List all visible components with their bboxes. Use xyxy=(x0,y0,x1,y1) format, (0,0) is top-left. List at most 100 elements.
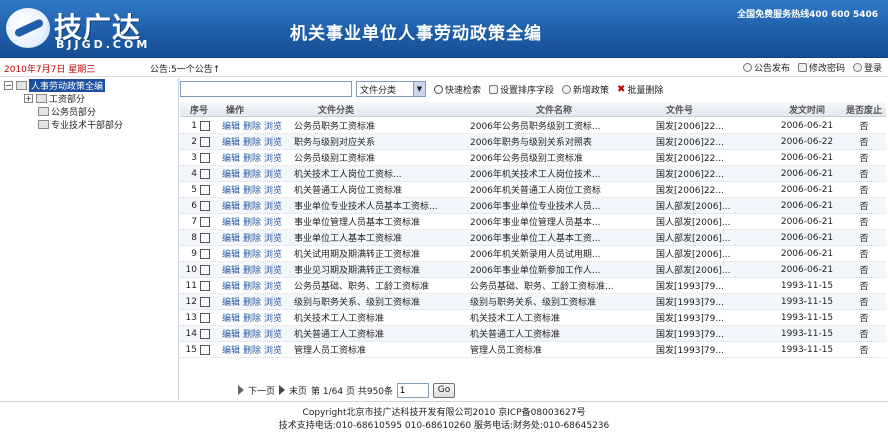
edit-link[interactable]: 编辑 xyxy=(222,167,240,180)
tree-item-label[interactable]: 公务员部分 xyxy=(51,105,96,118)
tree-item-civil-servant[interactable]: 公务员部分 xyxy=(4,105,176,118)
row-select[interactable] xyxy=(200,264,222,275)
row-name[interactable]: 2006年职务与级别关系对照表 xyxy=(470,135,656,148)
row-checkbox[interactable] xyxy=(200,264,210,275)
search-input[interactable] xyxy=(180,81,352,97)
browse-link[interactable]: 浏览 xyxy=(264,279,282,292)
tree-item-professional[interactable]: 专业技术干部部分 xyxy=(4,118,176,131)
edit-link[interactable]: 编辑 xyxy=(222,311,240,324)
row-select[interactable] xyxy=(200,328,222,339)
edit-link[interactable]: 编辑 xyxy=(222,231,240,244)
edit-link[interactable]: 编辑 xyxy=(222,247,240,260)
table-row[interactable]: 9 编辑 删除 浏览 机关试用期及期满转正工资标准 2006年机关新录用人员试用期... 国… xyxy=(180,246,886,262)
row-checkbox[interactable] xyxy=(200,344,210,355)
panel-divider[interactable] xyxy=(178,78,179,400)
browse-link[interactable]: 浏览 xyxy=(264,343,282,356)
browse-link[interactable]: 浏览 xyxy=(264,295,282,308)
header-no[interactable]: 序号 xyxy=(180,103,222,116)
delete-link[interactable]: 删除 xyxy=(243,327,261,340)
row-checkbox[interactable] xyxy=(200,232,210,243)
publish-notice-button[interactable]: 公告发布 xyxy=(742,61,790,74)
header-category[interactable]: 文件分类 xyxy=(294,103,470,116)
row-checkbox[interactable] xyxy=(200,312,210,323)
delete-link[interactable]: 删除 xyxy=(243,311,261,324)
delete-link[interactable]: 删除 xyxy=(243,295,261,308)
tree-item-salary[interactable]: + 工资部分 xyxy=(4,92,176,105)
row-name[interactable]: 2006年事业单位工人基本工资... xyxy=(470,231,656,244)
delete-link[interactable]: 删除 xyxy=(243,199,261,212)
edit-link[interactable]: 编辑 xyxy=(222,151,240,164)
delete-link[interactable]: 删除 xyxy=(243,167,261,180)
table-row[interactable]: 3 编辑 删除 浏览 公务员级别工资标准 2006年公务员级别工资标准 国发[2006]22… xyxy=(180,150,886,166)
row-checkbox[interactable] xyxy=(200,280,210,291)
table-row[interactable]: 7 编辑 删除 浏览 事业单位管理人员基本工资标准 2006年事业单位管理人员基本... 国… xyxy=(180,214,886,230)
table-row[interactable]: 6 编辑 删除 浏览 事业单位专业技术人员基本工资标... 2006年事业单位专业技术人员… xyxy=(180,198,886,214)
delete-link[interactable]: 删除 xyxy=(243,247,261,260)
row-name[interactable]: 2006年公务员职务级别工资标... xyxy=(470,119,656,132)
row-checkbox[interactable] xyxy=(200,184,210,195)
table-row[interactable]: 8 编辑 删除 浏览 事业单位工人基本工资标准 2006年事业单位工人基本工资... 国人部… xyxy=(180,230,886,246)
row-name[interactable]: 2006年事业单位新参加工作人... xyxy=(470,263,656,276)
edit-link[interactable]: 编辑 xyxy=(222,119,240,132)
browse-link[interactable]: 浏览 xyxy=(264,247,282,260)
row-name[interactable]: 2006年机关普通工人岗位工资标 xyxy=(470,183,656,196)
row-name[interactable]: 2006年机关技术工人岗位技术... xyxy=(470,167,656,180)
row-checkbox[interactable] xyxy=(200,152,210,163)
sort-fields-button[interactable]: 设置排序字段 xyxy=(489,83,554,96)
collapse-icon[interactable]: − xyxy=(4,81,13,90)
add-policy-button[interactable]: 新增政策 xyxy=(562,83,609,96)
delete-link[interactable]: 删除 xyxy=(243,135,261,148)
row-select[interactable] xyxy=(200,248,222,259)
browse-link[interactable]: 浏览 xyxy=(264,327,282,340)
row-checkbox[interactable] xyxy=(200,216,210,227)
chevron-down-icon[interactable]: ▼ xyxy=(413,82,425,96)
delete-link[interactable]: 删除 xyxy=(243,343,261,356)
row-select[interactable] xyxy=(200,120,222,131)
change-password-button[interactable]: 修改密码 xyxy=(797,61,845,74)
next-page-icon[interactable] xyxy=(238,385,244,395)
delete-link[interactable]: 删除 xyxy=(243,119,261,132)
row-checkbox[interactable] xyxy=(200,296,210,307)
header-name[interactable]: 文件名称 xyxy=(470,103,656,116)
browse-link[interactable]: 浏览 xyxy=(264,167,282,180)
table-row[interactable]: 12 编辑 删除 浏览 级别与职务关系、级别工资标准 级别与职务关系、级别工资标准 国发[1… xyxy=(180,294,886,310)
row-name[interactable]: 2006年事业单位管理人员基本... xyxy=(470,215,656,228)
row-checkbox[interactable] xyxy=(200,200,210,211)
browse-link[interactable]: 浏览 xyxy=(264,231,282,244)
row-name[interactable]: 管理人员工资标准 xyxy=(470,343,656,356)
row-select[interactable] xyxy=(200,312,222,323)
delete-link[interactable]: 删除 xyxy=(243,215,261,228)
expand-icon[interactable]: + xyxy=(24,94,33,103)
go-button[interactable]: Go xyxy=(433,382,456,398)
browse-link[interactable]: 浏览 xyxy=(264,151,282,164)
table-row[interactable]: 15 编辑 删除 浏览 管理人员工资标准 管理人员工资标准 国发[1993]79... 199… xyxy=(180,342,886,358)
table-row[interactable]: 5 编辑 删除 浏览 机关普通工人岗位工资标准 2006年机关普通工人岗位工资标 国发[20… xyxy=(180,182,886,198)
browse-link[interactable]: 浏览 xyxy=(264,311,282,324)
edit-link[interactable]: 编辑 xyxy=(222,135,240,148)
row-name[interactable]: 机关普通工人工资标准 xyxy=(470,327,656,340)
row-name[interactable]: 2006年事业单位专业技术人员... xyxy=(470,199,656,212)
row-checkbox[interactable] xyxy=(200,168,210,179)
header-date[interactable]: 发文时间 xyxy=(772,103,842,116)
edit-link[interactable]: 编辑 xyxy=(222,215,240,228)
edit-link[interactable]: 编辑 xyxy=(222,295,240,308)
row-select[interactable] xyxy=(200,168,222,179)
login-button[interactable]: 登录 xyxy=(852,61,882,74)
browse-link[interactable]: 浏览 xyxy=(264,263,282,276)
row-checkbox[interactable] xyxy=(200,120,210,131)
next-page-link[interactable]: 下一页 xyxy=(248,384,275,397)
delete-link[interactable]: 删除 xyxy=(243,183,261,196)
row-select[interactable] xyxy=(200,232,222,243)
row-select[interactable] xyxy=(200,296,222,307)
delete-link[interactable]: 删除 xyxy=(243,151,261,164)
table-row[interactable]: 2 编辑 删除 浏览 职务与级别对应关系 2006年职务与级别关系对照表 国发[2006]2… xyxy=(180,134,886,150)
browse-link[interactable]: 浏览 xyxy=(264,119,282,132)
delete-link[interactable]: 删除 xyxy=(243,263,261,276)
header-doc-no[interactable]: 文件号 xyxy=(656,103,772,116)
row-name[interactable]: 2006年机关新录用人员试用期... xyxy=(470,247,656,260)
tree-item-label[interactable]: 工资部分 xyxy=(49,92,85,105)
row-select[interactable] xyxy=(200,136,222,147)
browse-link[interactable]: 浏览 xyxy=(264,199,282,212)
edit-link[interactable]: 编辑 xyxy=(222,183,240,196)
table-row[interactable]: 13 编辑 删除 浏览 机关技术工人工资标准 机关技术工人工资标准 国发[1993]79..… xyxy=(180,310,886,326)
